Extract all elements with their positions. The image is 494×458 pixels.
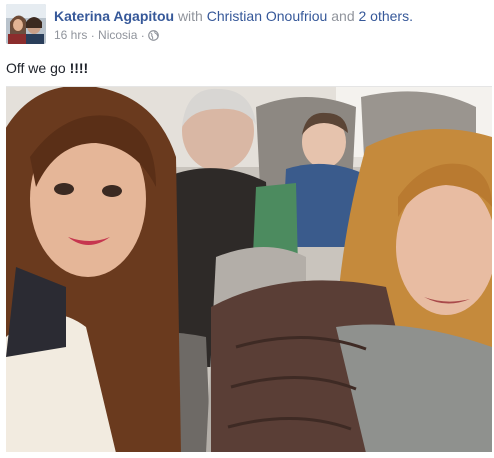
with-label: with bbox=[177, 8, 203, 24]
and-label: and bbox=[331, 8, 355, 24]
post-meta: 16 hrs · Nicosia · bbox=[54, 28, 159, 43]
post-text: Off we go !!!! bbox=[6, 59, 88, 77]
post-photo[interactable] bbox=[6, 86, 492, 452]
globe-icon[interactable] bbox=[148, 30, 159, 42]
post-header: Katerina Agapitou with Christian Onoufri… bbox=[6, 4, 488, 44]
others-link[interactable]: 2 others. bbox=[359, 8, 413, 24]
location-link[interactable]: Nicosia bbox=[98, 28, 137, 42]
tagged-person-link[interactable]: Christian Onoufriou bbox=[207, 8, 328, 24]
timestamp-link[interactable]: 16 hrs bbox=[54, 28, 87, 42]
author-name-link[interactable]: Katerina Agapitou bbox=[54, 8, 174, 24]
post-text-emphasis: !!!! bbox=[69, 60, 89, 76]
post-header-title: Katerina Agapitou with Christian Onoufri… bbox=[54, 8, 488, 25]
meta-separator: · bbox=[90, 28, 95, 43]
avatar[interactable] bbox=[6, 4, 46, 44]
post-text-main: Off we go bbox=[6, 60, 70, 76]
meta-separator-2: · bbox=[140, 28, 145, 43]
